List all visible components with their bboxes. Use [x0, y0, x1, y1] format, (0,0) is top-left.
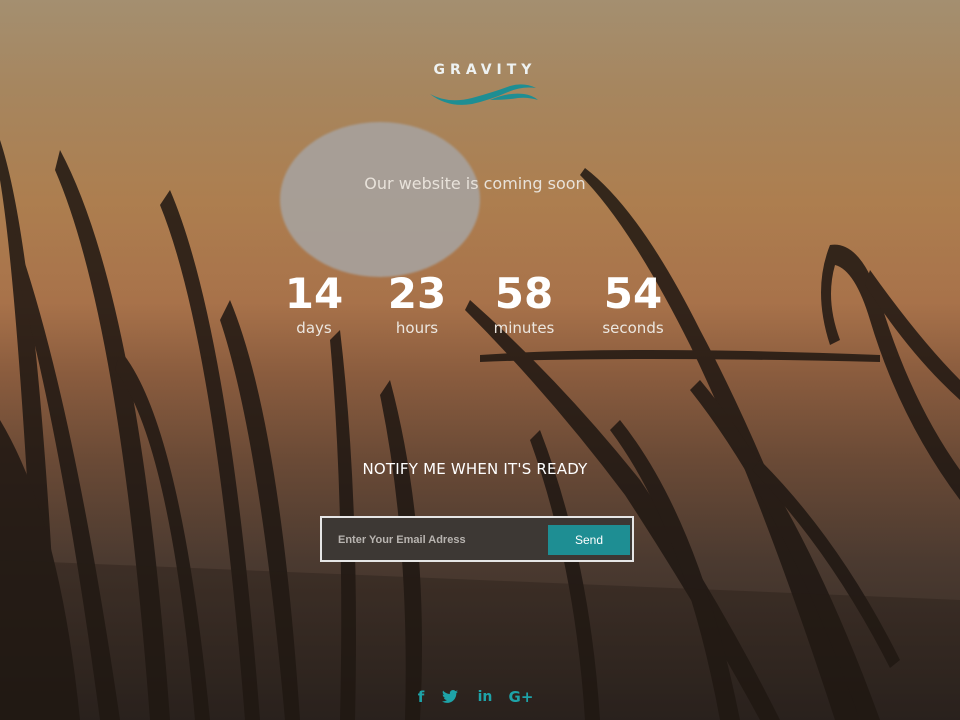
- seconds-label: seconds: [602, 319, 664, 337]
- days-label: days: [296, 319, 332, 337]
- minutes-value: 58: [494, 269, 554, 318]
- facebook-icon[interactable]: f: [414, 686, 428, 708]
- twitter-icon[interactable]: [442, 686, 460, 708]
- wave-logo-icon: [430, 84, 538, 105]
- logo-text: GRAVITY: [433, 62, 537, 78]
- email-input[interactable]: [330, 526, 542, 554]
- linkedin-icon[interactable]: in: [476, 686, 494, 708]
- main-content: GRAVITY Our website is coming soon 14 da…: [0, 0, 960, 720]
- countdown-timer: 14 days 23 hours 58 minutes 54 seconds: [270, 270, 690, 340]
- hours-value: 23: [387, 269, 447, 318]
- google-plus-icon[interactable]: G+: [508, 686, 534, 708]
- social-links: f in G+: [404, 686, 544, 708]
- logo[interactable]: GRAVITY: [400, 62, 564, 114]
- days-value: 14: [284, 269, 344, 318]
- hours-label: hours: [395, 319, 439, 337]
- tagline: Our website is coming soon: [364, 174, 586, 193]
- seconds-value: 54: [603, 269, 663, 318]
- minutes-label: minutes: [493, 319, 555, 337]
- countdown-minutes: 58 minutes: [474, 269, 574, 338]
- countdown-seconds: 54 seconds: [583, 269, 683, 338]
- countdown-days: 14 days: [264, 269, 364, 338]
- notify-heading: NOTIFY ME WHEN IT'S READY: [362, 460, 588, 478]
- countdown-hours: 23 hours: [367, 269, 467, 338]
- notify-form: Send: [320, 516, 634, 562]
- send-button[interactable]: Send: [548, 525, 630, 555]
